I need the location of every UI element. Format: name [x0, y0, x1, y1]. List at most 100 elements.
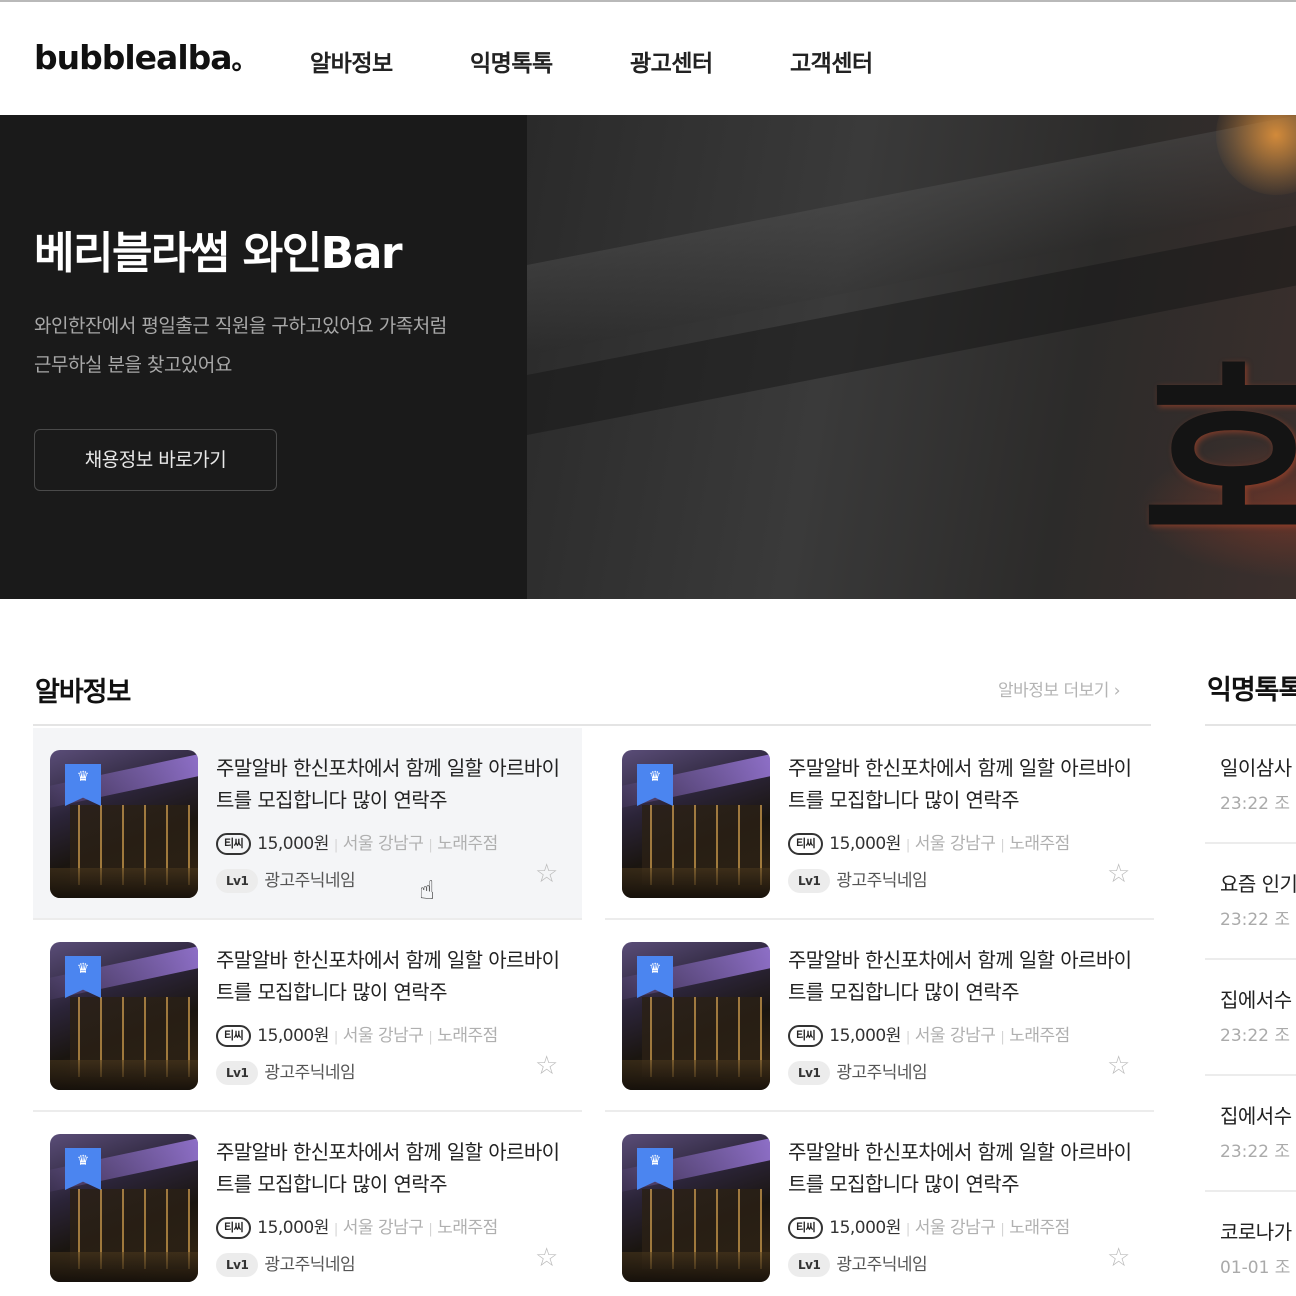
- job-pay: 15,000원: [257, 834, 329, 854]
- job-pay: 15,000원: [829, 834, 901, 854]
- hero-title: 베리블라썸 와인Bar: [34, 228, 403, 279]
- job-title[interactable]: 주말알바 한신포차에서 함께 일할 아르바이트를 모집합니다 많이 연락주: [788, 752, 1143, 816]
- talk-divider: [1205, 1190, 1296, 1192]
- advertiser-nickname: 광고주닉네임: [836, 871, 928, 891]
- job-meta: 티씨 15,000원 | 서울 강남구 | 노래주점: [788, 829, 1070, 855]
- job-pay: 15,000원: [257, 1026, 329, 1046]
- job-thumbnail[interactable]: ♛: [50, 1134, 198, 1282]
- talk-list-item[interactable]: 코로나가 01-01 조: [1220, 1216, 1296, 1278]
- job-card[interactable]: ♛ 주말알바 한신포차에서 함께 일할 아르바이트를 모집합니다 많이 연락주 …: [33, 1112, 582, 1296]
- pay-type-tag: 티씨: [788, 1025, 824, 1047]
- talk-title[interactable]: 요즘 인기: [1220, 868, 1296, 897]
- hero-banner: 호 베리블라썸 와인Bar 와인한잔에서 평일출근 직원을 구하고있어요 가족처…: [0, 115, 1296, 599]
- nav-item-anonymous-talk[interactable]: 익명톡톡: [470, 44, 553, 78]
- star-outline-icon[interactable]: ☆: [1107, 861, 1130, 887]
- advertiser-nickname: 광고주닉네임: [836, 1255, 928, 1275]
- job-card[interactable]: ♛ 주말알바 한신포차에서 함께 일할 아르바이트를 모집합니다 많이 연락주 …: [33, 920, 582, 1112]
- star-outline-icon[interactable]: ☆: [1107, 1245, 1130, 1271]
- section-divider: [1205, 724, 1296, 726]
- hero-desc-line: 와인한잔에서 평일출근 직원을 구하고있어요 가족처럼: [34, 315, 447, 337]
- job-card[interactable]: ♛ 주말알바 한신포차에서 함께 일할 아르바이트를 모집합니다 많이 연락주 …: [33, 728, 582, 920]
- nav-item-jobs[interactable]: 알바정보: [310, 44, 393, 78]
- talk-title[interactable]: 집에서수: [1220, 984, 1296, 1013]
- job-card[interactable]: ♛ 주말알바 한신포차에서 함께 일할 아르바이트를 모집합니다 많이 연락주 …: [605, 920, 1154, 1112]
- talk-time: 23:22 조: [1220, 1026, 1291, 1046]
- job-category: 노래주점: [437, 1026, 498, 1046]
- pay-type-tag: 티씨: [216, 1217, 252, 1239]
- star-outline-icon[interactable]: ☆: [535, 861, 558, 887]
- hero-description: 와인한잔에서 평일출근 직원을 구하고있어요 가족처럼 근무하실 분을 찾고있어…: [34, 307, 534, 385]
- view-job-button[interactable]: 채용정보 바로가기: [34, 429, 277, 491]
- job-region: 서울 강남구: [914, 1218, 996, 1238]
- logo-dot: 。: [231, 46, 258, 76]
- job-region: 서울 강남구: [342, 1026, 424, 1046]
- job-card[interactable]: ♛ 주말알바 한신포차에서 함께 일할 아르바이트를 모집합니다 많이 연락주 …: [605, 728, 1154, 920]
- job-category: 노래주점: [1009, 1026, 1070, 1046]
- advertiser-info: Lv1 광고주닉네임: [788, 1250, 928, 1277]
- advertiser-info: Lv1 광고주닉네임: [788, 1058, 928, 1085]
- talk-title[interactable]: 집에서수: [1220, 1100, 1296, 1129]
- job-thumbnail[interactable]: ♛: [50, 942, 198, 1090]
- job-title[interactable]: 주말알바 한신포차에서 함께 일할 아르바이트를 모집합니다 많이 연락주: [216, 944, 571, 1008]
- talk-divider: [1205, 1074, 1296, 1076]
- nav-item-customer-center[interactable]: 고객센터: [790, 44, 873, 78]
- star-outline-icon[interactable]: ☆: [535, 1053, 558, 1079]
- talk-time: 23:22 조: [1220, 794, 1291, 814]
- talk-list-item[interactable]: 일이삼사 23:22 조: [1220, 752, 1296, 814]
- hero-image: 호: [527, 115, 1296, 599]
- job-meta: 티씨 15,000원 | 서울 강남구 | 노래주점: [788, 1021, 1070, 1047]
- level-badge: Lv1: [216, 1253, 259, 1277]
- talk-list-item[interactable]: 요즘 인기 23:22 조: [1220, 868, 1296, 930]
- logo-text: bubblealba: [34, 38, 233, 77]
- job-region: 서울 강남구: [914, 834, 996, 854]
- talk-time: 23:22 조: [1220, 910, 1291, 930]
- talk-list-item[interactable]: 집에서수 23:22 조: [1220, 1100, 1296, 1162]
- job-category: 노래주점: [437, 834, 498, 854]
- talk-list-item[interactable]: 집에서수 23:22 조: [1220, 984, 1296, 1046]
- logo[interactable]: bubblealba。: [34, 38, 258, 77]
- talk-title[interactable]: 코로나가: [1220, 1216, 1296, 1245]
- advertiser-info: Lv1 광고주닉네임: [216, 1058, 356, 1085]
- advertiser-info: Lv1 광고주닉네임: [216, 866, 356, 893]
- nav-item-ad-center[interactable]: 광고센터: [630, 44, 713, 78]
- job-card[interactable]: ♛ 주말알바 한신포차에서 함께 일할 아르바이트를 모집합니다 많이 연락주 …: [605, 1112, 1154, 1296]
- job-region: 서울 강남구: [342, 1218, 424, 1238]
- hand-pointer-icon: ☝: [419, 876, 435, 906]
- job-pay: 15,000원: [257, 1218, 329, 1238]
- job-meta: 티씨 15,000원 | 서울 강남구 | 노래주점: [216, 1213, 498, 1239]
- star-outline-icon[interactable]: ☆: [1107, 1053, 1130, 1079]
- job-thumbnail[interactable]: ♛: [622, 750, 770, 898]
- advertiser-nickname: 광고주닉네임: [836, 1063, 928, 1083]
- job-region: 서울 강남구: [914, 1026, 996, 1046]
- job-title[interactable]: 주말알바 한신포차에서 함께 일할 아르바이트를 모집합니다 많이 연락주: [788, 1136, 1143, 1200]
- site-header: bubblealba。 알바정보 익명톡톡 광고센터 고객센터: [0, 2, 1296, 115]
- job-thumbnail[interactable]: ♛: [50, 750, 198, 898]
- job-thumbnail[interactable]: ♛: [622, 1134, 770, 1282]
- job-title[interactable]: 주말알바 한신포차에서 함께 일할 아르바이트를 모집합니다 많이 연락주: [788, 944, 1143, 1008]
- job-thumbnail[interactable]: ♛: [622, 942, 770, 1090]
- talk-divider: [1205, 958, 1296, 960]
- talk-title[interactable]: 일이삼사: [1220, 752, 1296, 781]
- jobs-more-link[interactable]: 알바정보 더보기 ›: [998, 676, 1121, 701]
- job-category: 노래주점: [1009, 1218, 1070, 1238]
- job-title[interactable]: 주말알바 한신포차에서 함께 일할 아르바이트를 모집합니다 많이 연락주: [216, 752, 571, 816]
- level-badge: Lv1: [216, 869, 259, 893]
- talk-time: 23:22 조: [1220, 1142, 1291, 1162]
- job-category: 노래주점: [437, 1218, 498, 1238]
- pay-type-tag: 티씨: [216, 833, 252, 855]
- job-meta: 티씨 15,000원 | 서울 강남구 | 노래주점: [216, 1021, 498, 1047]
- job-title[interactable]: 주말알바 한신포차에서 함께 일할 아르바이트를 모집합니다 많이 연락주: [216, 1136, 571, 1200]
- advertiser-nickname: 광고주닉네임: [264, 1255, 356, 1275]
- job-meta: 티씨 15,000원 | 서울 강남구 | 노래주점: [216, 829, 498, 855]
- pay-type-tag: 티씨: [788, 833, 824, 855]
- job-pay: 15,000원: [829, 1218, 901, 1238]
- hero-desc-line: 근무하실 분을 찾고있어요: [34, 354, 232, 376]
- pay-type-tag: 티씨: [216, 1025, 252, 1047]
- hero-sign: 호: [1141, 342, 1296, 575]
- jobs-section-title: 알바정보: [35, 677, 131, 708]
- job-meta: 티씨 15,000원 | 서울 강남구 | 노래주점: [788, 1213, 1070, 1239]
- talk-time: 01-01 조: [1220, 1258, 1291, 1278]
- star-outline-icon[interactable]: ☆: [535, 1245, 558, 1271]
- talk-divider: [1205, 842, 1296, 844]
- level-badge: Lv1: [788, 869, 831, 893]
